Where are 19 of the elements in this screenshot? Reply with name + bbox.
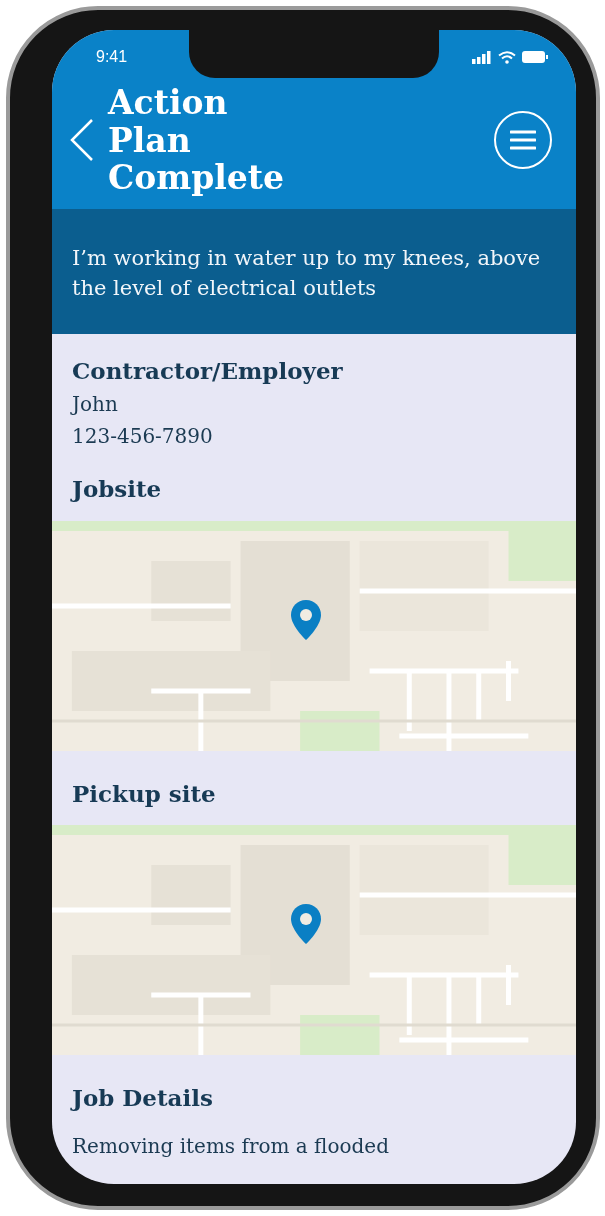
back-button[interactable]	[70, 118, 94, 163]
back-chevron-icon	[70, 118, 94, 163]
section-heading: Contractor/Employer	[71, 355, 344, 386]
map-pin-icon	[290, 903, 322, 946]
menu-button[interactable]	[494, 111, 552, 170]
status-time: 9:41	[96, 48, 128, 66]
wifi-icon	[498, 50, 516, 64]
detail-text: 123-456-7890	[71, 423, 214, 451]
map-pin-icon	[290, 598, 322, 641]
battery-icon	[522, 51, 548, 63]
signal-icon	[472, 50, 492, 64]
section-heading: Pickup site	[71, 778, 217, 809]
section-heading: Jobsite	[69, 474, 163, 505]
detail-text: John	[69, 391, 119, 419]
detail-text: Removing items from a flooded	[71, 1132, 390, 1160]
section-heading: Job Details	[69, 1083, 214, 1114]
menu-icon	[510, 130, 536, 151]
situation-text: I’m working in water up to my knees, above the level of electrical outlets	[72, 245, 541, 301]
screen-title: Action Plan Complete	[108, 84, 286, 197]
